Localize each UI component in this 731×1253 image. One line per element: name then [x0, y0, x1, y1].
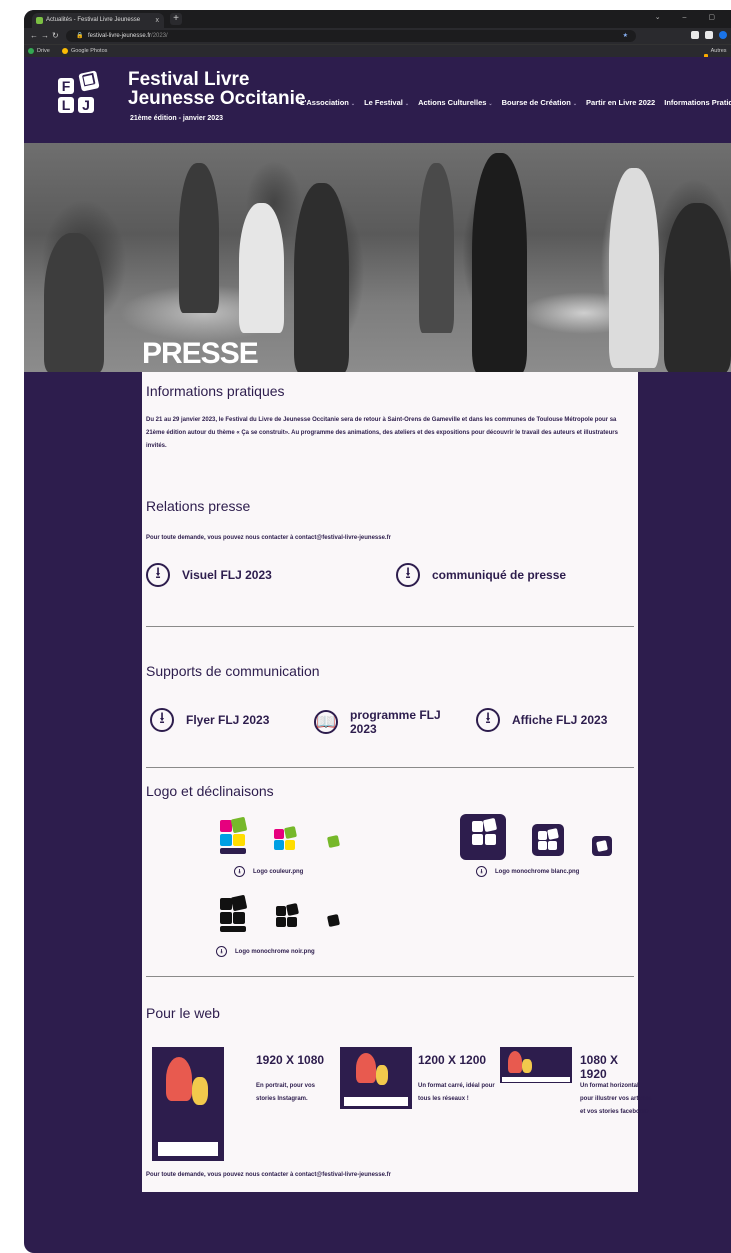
drive-icon	[28, 48, 34, 54]
bookmark-drive[interactable]: Drive	[28, 45, 50, 57]
tab-title: Actualités - Festival Livre Jeunesse	[46, 17, 141, 23]
nav-item-association[interactable]: L'Association ⌄	[300, 98, 355, 107]
site-header: F ❐ L J Festival Livre Jeunesse Occitani…	[24, 57, 731, 149]
browser-window: Actualités - Festival Livre Jeunesse x +…	[24, 10, 731, 1253]
thumbnail-1200x1200[interactable]	[340, 1047, 412, 1109]
download-logo-couleur[interactable]: ⭳ Logo couleur.png	[234, 866, 303, 877]
heading-informations: Informations pratiques	[146, 383, 285, 399]
download-icon: ⭳	[146, 563, 170, 587]
address-bar[interactable]: 🔒 festival-livre-jeunesse.fr/2023/ ★	[66, 30, 636, 42]
download-communique[interactable]: ⭳ communiqué de presse	[396, 563, 566, 587]
reload-icon[interactable]: ↻	[52, 31, 59, 40]
logo-color-large	[212, 816, 252, 858]
thumbnail-1920x1080[interactable]	[152, 1047, 224, 1161]
star-icon[interactable]: ★	[623, 30, 628, 42]
bookmark-photos[interactable]: Google Photos	[62, 45, 107, 57]
download-flyer[interactable]: ⭳ Flyer FLJ 2023	[150, 708, 269, 732]
download-icon: ⭳	[476, 708, 500, 732]
download-programme[interactable]: 📖 programme FLJ 2023	[314, 708, 454, 736]
download-logo-noir[interactable]: ⭳ Logo monochrome noir.png	[216, 946, 315, 957]
content-panel: Informations pratiques Du 21 au 29 janvi…	[142, 372, 652, 1192]
heading-web: Pour le web	[146, 1005, 220, 1021]
logo-mono-black-medium	[276, 902, 302, 930]
heading-logos: Logo et déclinaisons	[146, 783, 274, 799]
lock-icon: 🔒	[76, 33, 84, 39]
chevron-down-icon: ⌄	[488, 101, 493, 107]
press-contact: Pour toute demande, vous pouvez nous con…	[146, 535, 391, 541]
format-title: 1200 X 1200	[418, 1053, 487, 1067]
logo-letter-l: L	[58, 97, 74, 113]
site-subtitle: 21ème édition - janvier 2023	[130, 115, 223, 122]
chevron-down-icon: ⌄	[404, 101, 410, 107]
heading-relations-presse: Relations presse	[146, 498, 251, 514]
back-icon[interactable]: ←	[30, 31, 38, 40]
logo-mono-white-large	[460, 814, 506, 860]
download-icon: ⭳	[150, 708, 174, 732]
download-logo-blanc[interactable]: ⭳ Logo monochrome blanc.png	[476, 866, 579, 877]
divider	[146, 767, 634, 768]
sidebar-icon[interactable]	[705, 31, 713, 39]
download-icon: ⭳	[234, 866, 245, 877]
book-icon: ❐	[78, 70, 100, 92]
book-icon: 📖	[314, 710, 338, 734]
logo-color-small	[326, 834, 341, 849]
download-visuel[interactable]: ⭳ Visuel FLJ 2023	[146, 563, 272, 587]
download-affiche[interactable]: ⭳ Affiche FLJ 2023	[476, 708, 607, 732]
web-contact: Pour toute demande, vous pouvez nous con…	[146, 1172, 391, 1178]
page-title: PRESSE	[142, 337, 259, 370]
format-desc: Un format horizontal, pour illustrer vos…	[580, 1083, 652, 1115]
bookmarks-bar: Drive Google Photos Autres favoris	[24, 44, 731, 66]
extension-icon[interactable]	[691, 31, 699, 39]
profile-icon[interactable]	[719, 31, 727, 39]
site-title[interactable]: Festival Livre Jeunesse Occitanie	[128, 70, 305, 108]
browser-toolbar: ← → ↻ 🔒 festival-livre-jeunesse.fr/2023/…	[24, 28, 731, 44]
main-navigation: L'Association ⌄ Le Festival ⌄ Actions Cult…	[300, 98, 731, 107]
thumbnail-1080x1920[interactable]	[500, 1047, 572, 1083]
new-tab-button[interactable]: +	[170, 13, 182, 25]
format-desc: Un format carré, idéal pour tous les rés…	[418, 1083, 495, 1102]
nav-item-actions[interactable]: Actions Culturelles ⌄	[418, 98, 493, 107]
logo-mono-white-small	[592, 836, 612, 856]
browser-tab[interactable]: Actualités - Festival Livre Jeunesse x	[32, 13, 164, 28]
tab-strip: Actualités - Festival Livre Jeunesse x +…	[24, 10, 731, 28]
download-icon: ⭳	[216, 946, 227, 957]
logo-letter-j: J	[78, 97, 94, 113]
favicon-icon	[36, 17, 43, 24]
nav-item-bourse[interactable]: Bourse de Création ⌄	[502, 98, 577, 107]
hero-image	[24, 143, 731, 372]
logo-mono-white-medium	[532, 824, 564, 856]
chevron-down-icon: ⌄	[572, 101, 578, 107]
chevron-down-icon: ⌄	[350, 101, 356, 107]
divider	[146, 976, 634, 977]
logo-mono-black-small	[326, 913, 341, 928]
extension-icons	[691, 31, 727, 39]
window-controls[interactable]: ⌄ – ▢	[655, 13, 725, 21]
logo-color-medium	[274, 825, 300, 853]
nav-item-festival[interactable]: Le Festival ⌄	[364, 98, 409, 107]
site-logo[interactable]: F ❐ L J	[58, 70, 102, 116]
url-host: festival-livre-jeunesse.fr	[88, 33, 152, 39]
divider	[146, 626, 634, 627]
format-desc: En portrait, pour vos stories Instagram.	[256, 1083, 316, 1102]
url-path: /2023/	[151, 33, 168, 39]
download-icon: ⭳	[476, 866, 487, 877]
format-title: 1080 X 1920	[580, 1053, 619, 1081]
logo-mono-black-large	[212, 894, 252, 936]
forward-icon[interactable]: →	[41, 31, 49, 40]
nav-item-infos[interactable]: Informations Pratiques⌄	[664, 98, 731, 107]
logo-letter-f: F	[58, 78, 74, 94]
photos-icon	[62, 48, 68, 54]
download-icon: ⭳	[396, 563, 420, 587]
info-text: Du 21 au 29 janvier 2023, le Festival du…	[146, 417, 618, 449]
close-tab-icon[interactable]: x	[156, 13, 160, 28]
format-title: 1920 X 1080	[256, 1053, 325, 1067]
heading-supports: Supports de communication	[146, 663, 320, 679]
nav-item-partir[interactable]: Partir en Livre 2022	[586, 98, 655, 107]
